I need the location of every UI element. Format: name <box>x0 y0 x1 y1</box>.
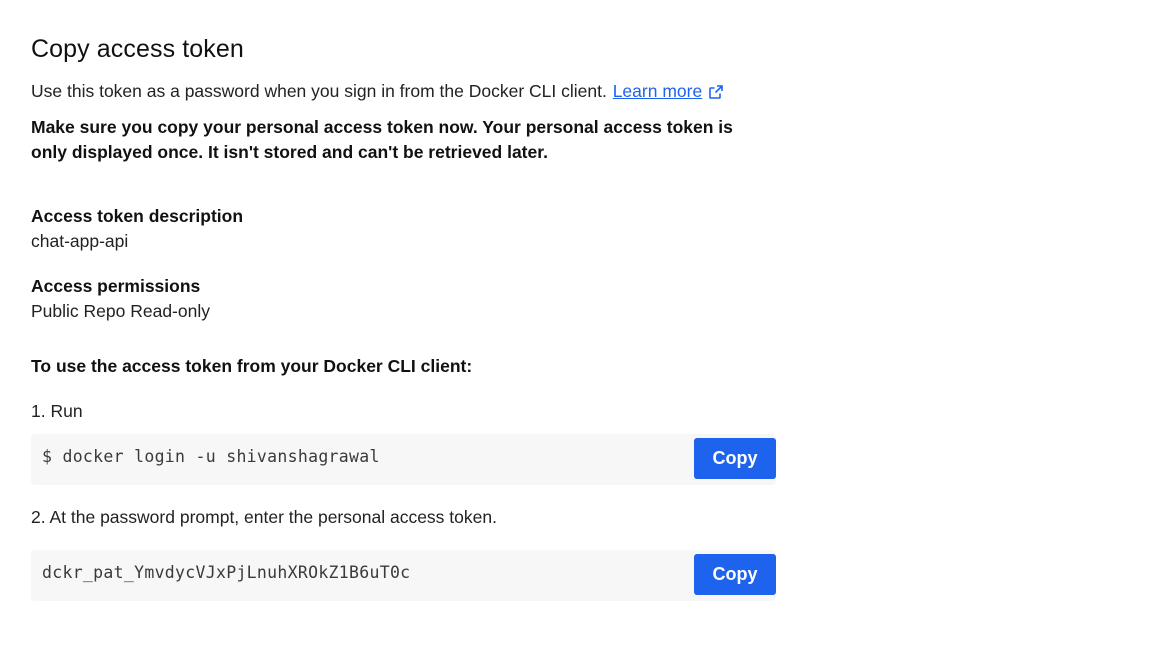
token-box: dckr_pat_YmvdycVJxPjLnuhXROkZ1B6uT0c Cop… <box>31 550 776 601</box>
copy-token-button[interactable]: Copy <box>694 554 776 595</box>
intro-description: Use this token as a password when you si… <box>31 81 607 101</box>
permissions-label: Access permissions <box>31 276 201 296</box>
copy-login-command-button[interactable]: Copy <box>694 438 776 479</box>
external-link-icon <box>708 84 724 105</box>
copy-access-token-dialog: Copy access token Use this token as a pa… <box>0 0 1152 648</box>
intro-text: Use this token as a password when you si… <box>31 81 724 105</box>
login-command[interactable]: $ docker login -u shivanshagrawal <box>42 447 380 466</box>
step-2-text: 2. At the password prompt, enter the per… <box>31 507 497 527</box>
step-1-text: 1. Run <box>31 401 83 421</box>
login-command-box: $ docker login -u shivanshagrawal Copy <box>31 434 776 485</box>
warning-text: Make sure you copy your personal access … <box>31 117 733 162</box>
permissions-value: Public Repo Read-only <box>31 301 210 321</box>
access-token-value[interactable]: dckr_pat_YmvdycVJxPjLnuhXROkZ1B6uT0c <box>42 563 410 582</box>
description-label: Access token description <box>31 206 244 226</box>
description-value: chat-app-api <box>31 231 129 251</box>
usage-heading: To use the access token from your Docker… <box>31 356 473 376</box>
page-title: Copy access token <box>31 35 244 63</box>
learn-more-link[interactable]: Learn more <box>613 81 703 101</box>
